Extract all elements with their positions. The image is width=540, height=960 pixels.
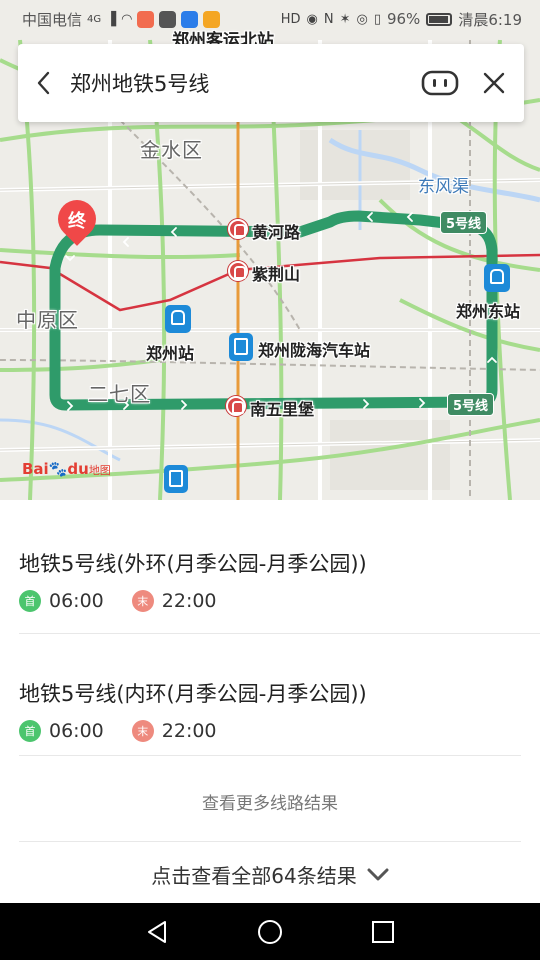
end-marker-label: 终 bbox=[68, 211, 86, 232]
close-button[interactable] bbox=[464, 44, 524, 122]
first-train-time: 06:00 bbox=[49, 590, 104, 612]
location-icon: ◎ bbox=[356, 11, 368, 27]
logo-du: du bbox=[67, 460, 89, 478]
battery-percent: 96% bbox=[386, 10, 421, 28]
label-zhengzhou-east-station[interactable]: 郑州东站 bbox=[456, 298, 520, 322]
bus-station-icon[interactable] bbox=[229, 333, 253, 361]
app-notification-icon bbox=[137, 10, 155, 28]
logo-bai: Bai bbox=[22, 460, 49, 478]
more-lines-link[interactable]: 查看更多线路结果 bbox=[0, 789, 540, 814]
route-result-item[interactable]: 地铁5号线(内环(月季公园-月季公园)) 首 06:00 末 22:00 bbox=[0, 634, 540, 756]
close-icon bbox=[483, 72, 505, 94]
app-icon bbox=[203, 10, 221, 28]
view-all-results-label: 点击查看全部64条结果 bbox=[151, 864, 357, 888]
nav-home-button[interactable] bbox=[242, 903, 298, 960]
end-marker-pin[interactable]: 终 bbox=[50, 192, 104, 252]
square-recents-icon bbox=[372, 920, 395, 943]
clock: 清晨6:19 bbox=[458, 10, 522, 29]
label-longhai-bus-station[interactable]: 郑州陇海汽车站 bbox=[258, 337, 370, 361]
route-times: 首 06:00 末 22:00 bbox=[19, 720, 217, 742]
train-station-icon[interactable] bbox=[165, 305, 191, 333]
divider bbox=[19, 755, 521, 756]
last-train-tag: 末 bbox=[131, 720, 154, 742]
message-icon bbox=[181, 10, 199, 28]
metro-station-icon[interactable] bbox=[226, 396, 246, 416]
search-bar: 郑州地铁5号线 bbox=[18, 44, 524, 122]
last-train-tag: 末 bbox=[131, 590, 154, 612]
battery-icon bbox=[426, 12, 453, 26]
label-huanghe-road[interactable]: 黄河路 bbox=[252, 219, 300, 243]
paw-icon: 🐾 bbox=[48, 460, 68, 478]
status-bar: 中国电信 4G ▐ ◠ HD ◉ N ✶ ◎ ▯ 96% 清晨6:19 bbox=[0, 0, 540, 38]
label-zhongyuan-district: 中原区 bbox=[16, 308, 79, 332]
eye-icon: ◉ bbox=[306, 11, 318, 27]
location-pin-icon bbox=[159, 10, 177, 28]
metro-station-icon[interactable] bbox=[228, 261, 248, 281]
first-train-time: 06:00 bbox=[49, 720, 104, 742]
search-input[interactable]: 郑州地铁5号线 bbox=[68, 68, 416, 98]
baidu-map-logo: Bai🐾du地图 bbox=[22, 460, 111, 478]
route-result-item[interactable]: 地铁5号线(外环(月季公园-月季公园)) 首 06:00 末 22:00 bbox=[0, 500, 540, 634]
carrier-label: 中国电信 bbox=[22, 10, 83, 29]
last-train-time: 22:00 bbox=[161, 590, 217, 612]
route-title: 地铁5号线(外环(月季公园-月季公园)) bbox=[19, 552, 367, 576]
bus-station-icon[interactable] bbox=[164, 465, 188, 493]
first-train-tag: 首 bbox=[19, 720, 41, 742]
back-button[interactable] bbox=[18, 44, 68, 122]
label-zhengzhou-station[interactable]: 郑州站 bbox=[146, 340, 194, 364]
vibrate-icon: ▯ bbox=[373, 11, 381, 27]
voice-icon bbox=[421, 70, 459, 96]
train-station-icon[interactable] bbox=[484, 264, 510, 292]
label-jinshui-district: 金水区 bbox=[140, 138, 203, 162]
results-panel: 地铁5号线(外环(月季公园-月季公园)) 首 06:00 末 22:00 地铁5… bbox=[0, 500, 540, 903]
voice-button[interactable] bbox=[416, 44, 464, 122]
divider bbox=[19, 841, 521, 842]
chevron-down-icon bbox=[367, 863, 389, 887]
chevron-left-icon bbox=[37, 71, 50, 95]
first-train-tag: 首 bbox=[19, 590, 41, 612]
wifi-icon: ◠ bbox=[121, 11, 133, 27]
last-train-time: 22:00 bbox=[161, 720, 217, 742]
hd-icon: HD bbox=[280, 11, 301, 27]
route-title: 地铁5号线(内环(月季公园-月季公园)) bbox=[19, 682, 367, 706]
signal-icon: ▐ bbox=[106, 11, 117, 27]
label-zijingshan[interactable]: 紫荆山 bbox=[252, 261, 300, 285]
line-5-badge: 5号线 bbox=[447, 393, 495, 416]
bluetooth-icon: ✶ bbox=[339, 11, 351, 27]
view-all-results-button[interactable]: 点击查看全部64条结果 bbox=[0, 860, 540, 889]
system-nav-bar bbox=[0, 903, 540, 960]
triangle-back-icon bbox=[147, 920, 166, 943]
metro-station-icon[interactable] bbox=[228, 219, 248, 239]
network-type: 4G bbox=[87, 13, 102, 25]
circle-home-icon bbox=[257, 919, 282, 944]
label-erqi-district: 二七区 bbox=[88, 382, 151, 406]
logo-ditu: 地图 bbox=[88, 464, 111, 477]
line-5-badge: 5号线 bbox=[440, 211, 488, 234]
nav-back-button[interactable] bbox=[129, 903, 185, 960]
nfc-icon: N bbox=[323, 11, 334, 27]
label-nanwulibao[interactable]: 南五里堡 bbox=[250, 396, 314, 420]
nav-recents-button[interactable] bbox=[355, 903, 411, 960]
route-times: 首 06:00 末 22:00 bbox=[19, 590, 217, 612]
label-dongfeng-canal: 东风渠 bbox=[418, 177, 469, 197]
